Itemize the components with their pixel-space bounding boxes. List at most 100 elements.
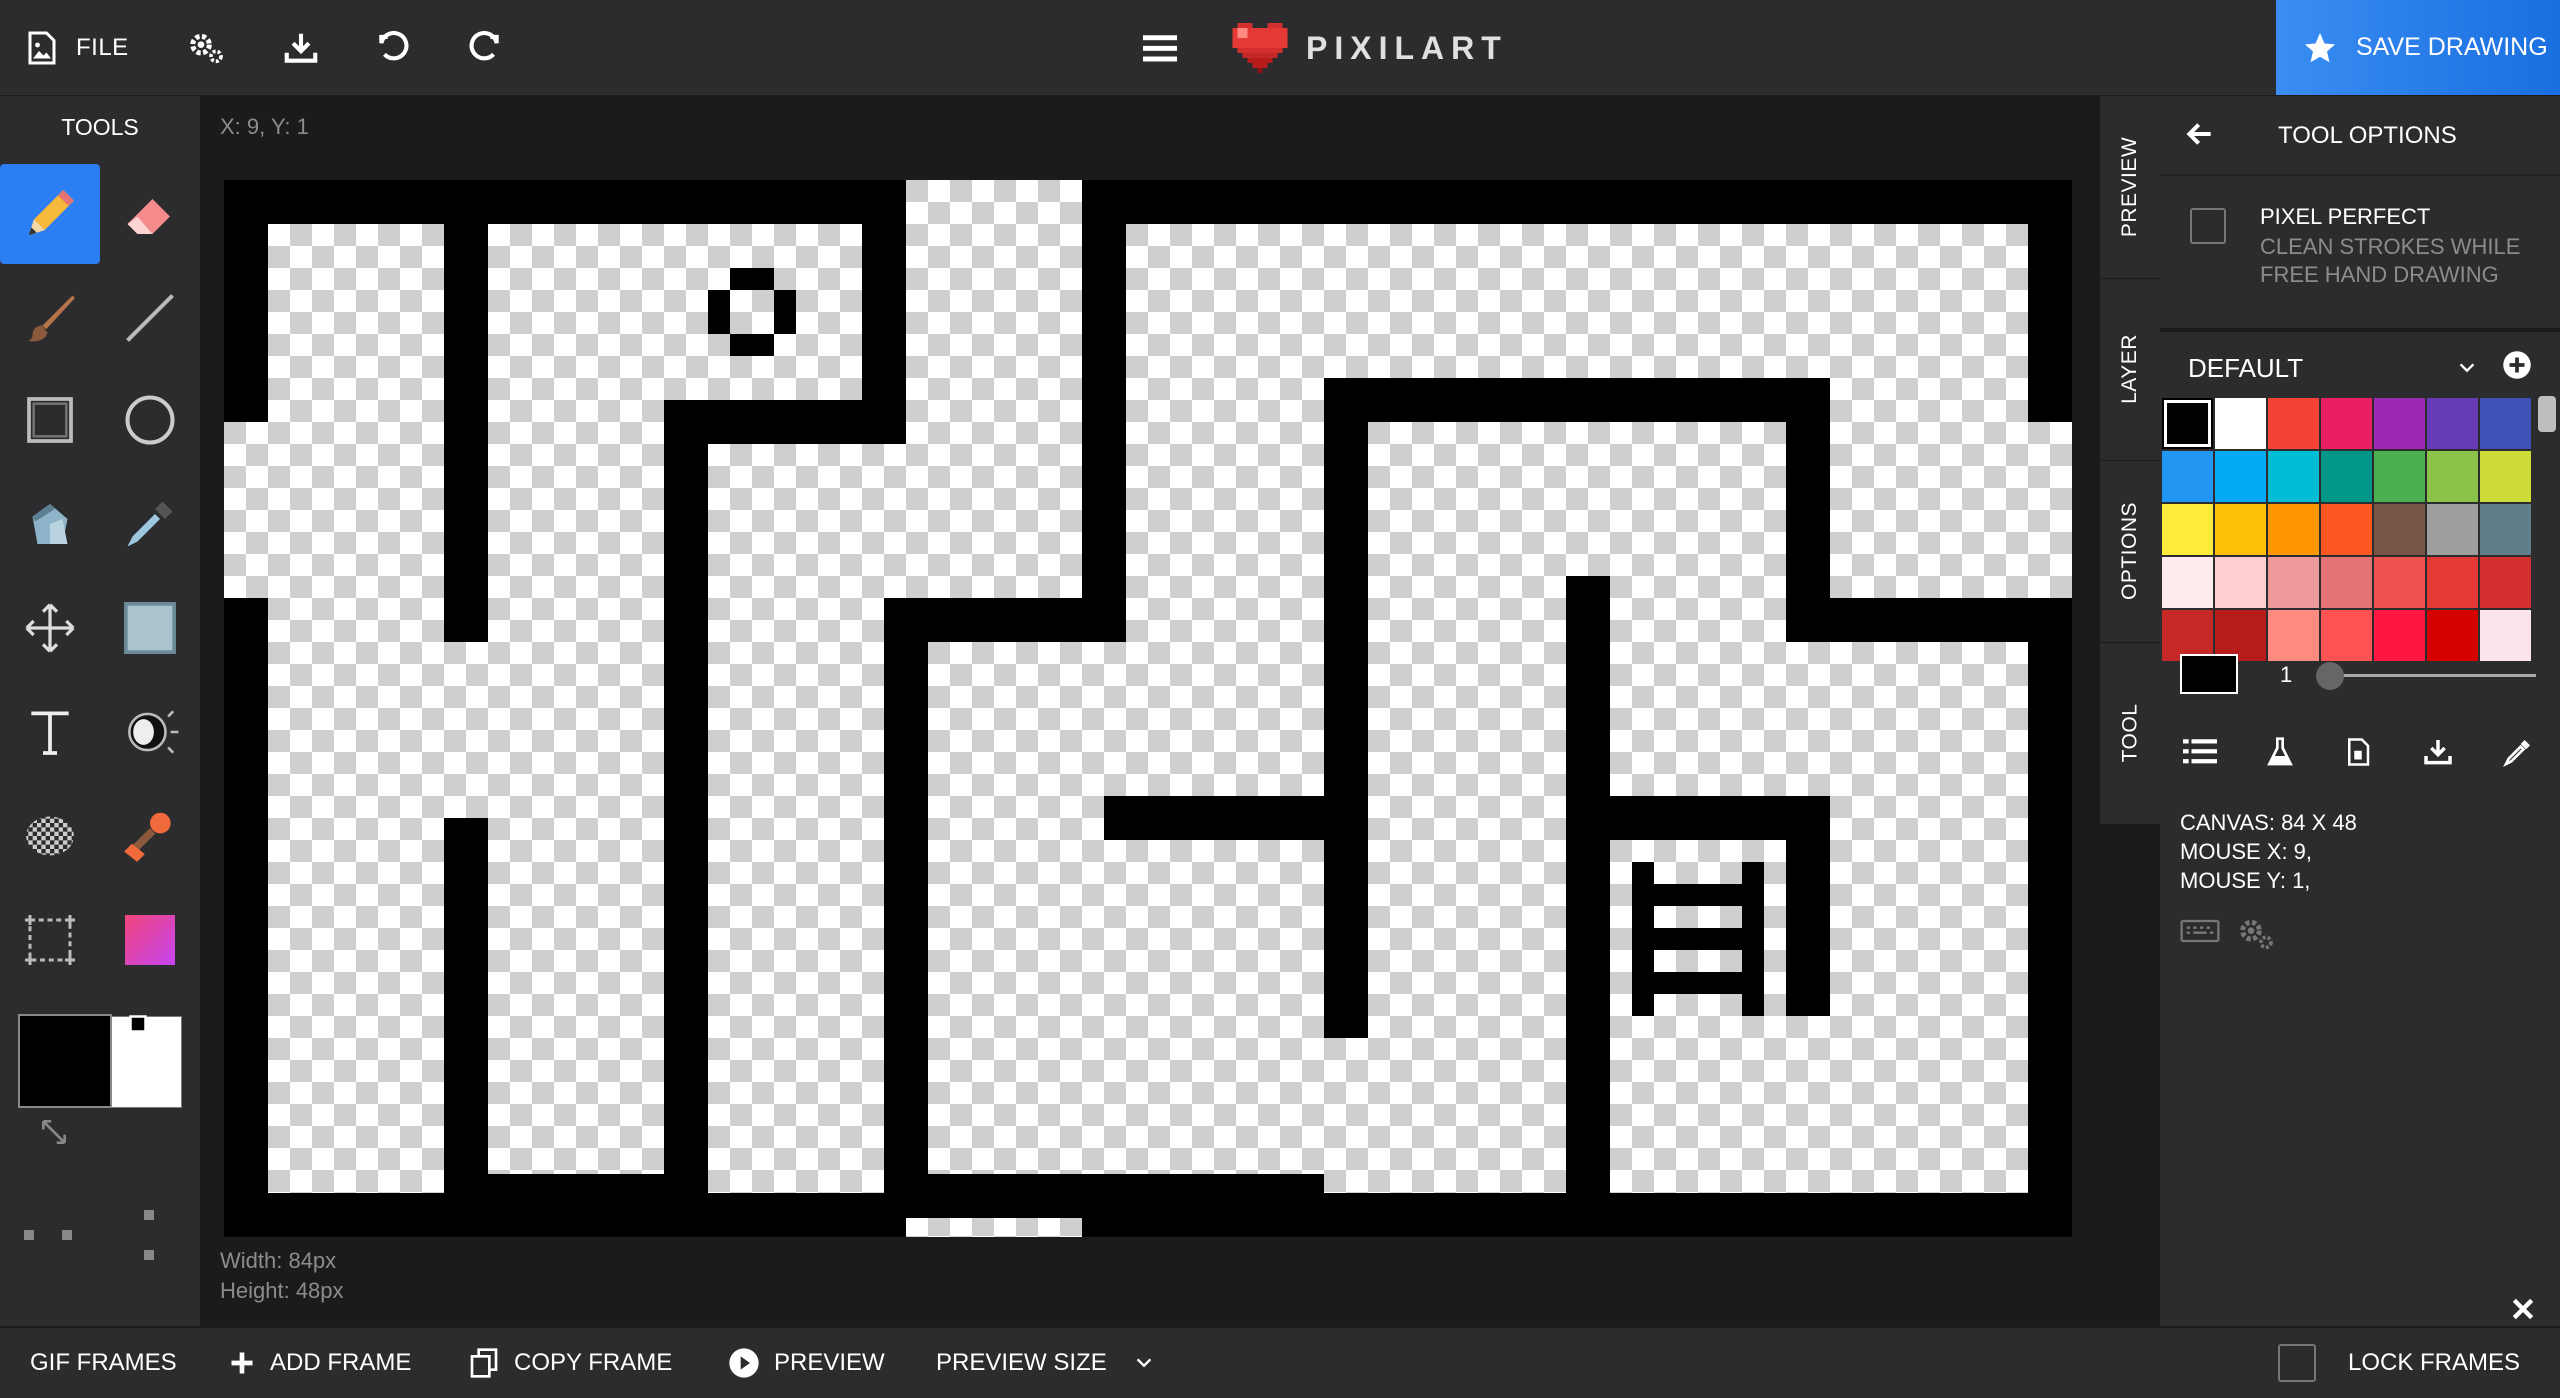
palette-swatch[interactable]	[2374, 451, 2425, 502]
paintbrush-icon	[27, 295, 75, 342]
undo-button[interactable]	[372, 26, 416, 70]
palette-swatch[interactable]	[2480, 451, 2531, 502]
eraser-tool[interactable]	[100, 164, 200, 264]
lock-frames-checkbox[interactable]	[2278, 1344, 2316, 1382]
palette-scrollbar[interactable]	[2532, 396, 2560, 732]
palette-swatch[interactable]	[2427, 557, 2478, 608]
palette-swatch[interactable]	[2268, 557, 2319, 608]
copy-frame-button[interactable]: COPY FRAME	[468, 1328, 672, 1398]
palette-swatch[interactable]	[2480, 610, 2531, 661]
palette-swatch[interactable]	[2321, 451, 2372, 502]
rectangle-tool[interactable]	[0, 370, 100, 470]
redo-icon	[469, 30, 499, 61]
text-tool[interactable]	[0, 682, 100, 782]
mouse-x-info: MOUSE X: 9,	[2180, 839, 2313, 864]
palette-swatch[interactable]	[2374, 610, 2425, 661]
undo-icon	[379, 30, 409, 61]
drawing-canvas[interactable]	[224, 180, 2072, 1237]
mouse-y-info: MOUSE Y: 1,	[2180, 868, 2311, 893]
main-menu-button[interactable]	[1138, 26, 1182, 70]
eyedropper-tool[interactable]	[100, 474, 200, 574]
tab-tool[interactable]: TOOL	[2100, 642, 2160, 825]
palette-swatch[interactable]	[2162, 451, 2213, 502]
palette-swatch[interactable]	[2268, 610, 2319, 661]
palette-download-button[interactable]	[2416, 730, 2460, 774]
maze-wall	[1324, 378, 1830, 422]
redo-button[interactable]	[462, 26, 506, 70]
save-drawing-button[interactable]: SAVE DRAWING	[2276, 0, 2560, 95]
swap-colors-button[interactable]	[128, 1014, 158, 1044]
palette-import-button[interactable]	[2336, 730, 2380, 774]
palette-list-button[interactable]	[2178, 730, 2222, 774]
palette-swatch[interactable]	[2374, 398, 2425, 449]
palette-swatch[interactable]	[2427, 610, 2478, 661]
palette-swatch[interactable]	[2268, 451, 2319, 502]
select-tool[interactable]	[100, 578, 200, 678]
line-tool[interactable]	[100, 268, 200, 368]
palette-swatch[interactable]	[2215, 557, 2266, 608]
pixel-perfect-label: PIXEL PERFECT	[2260, 204, 2431, 229]
pixel-perfect-desc-2: FREE HAND DRAWING	[2260, 262, 2499, 287]
palette-swatch[interactable]	[2215, 398, 2266, 449]
primary-color-swatch[interactable]	[18, 1014, 112, 1108]
add-frame-button[interactable]: ADD FRAME	[228, 1328, 411, 1398]
pixel-perfect-checkbox[interactable]	[2190, 208, 2226, 244]
close-panel-button[interactable]	[2510, 1296, 2538, 1324]
palette-generate-button[interactable]	[2258, 730, 2302, 774]
palette-swatch[interactable]	[2374, 557, 2425, 608]
tab-layer[interactable]: LAYER	[2100, 278, 2160, 461]
grid-options-button[interactable]	[20, 1206, 170, 1260]
gradient-icon	[125, 915, 175, 965]
palette-swatch[interactable]	[2427, 504, 2478, 555]
palette-swatch[interactable]	[2480, 557, 2531, 608]
fill-tool[interactable]	[0, 474, 100, 574]
keyboard-shortcuts-button[interactable]	[2180, 916, 2220, 950]
palette-swatch[interactable]	[2427, 398, 2478, 449]
palette-swatch[interactable]	[2321, 398, 2372, 449]
palette-swatch[interactable]	[2162, 557, 2213, 608]
palette-swatch[interactable]	[2162, 398, 2213, 449]
palette-swatch[interactable]	[2374, 504, 2425, 555]
palette-scrollbar-thumb[interactable]	[2538, 396, 2556, 432]
palette-swatch[interactable]	[2215, 504, 2266, 555]
dither-tool[interactable]	[0, 786, 100, 886]
palette-select[interactable]: DEFAULT	[2188, 346, 2478, 390]
palette-swatch[interactable]	[2268, 398, 2319, 449]
palette-swatch[interactable]	[2162, 504, 2213, 555]
reset-colors-button[interactable]	[38, 1116, 72, 1150]
stamp-tool[interactable]	[100, 786, 200, 886]
back-button[interactable]	[2184, 118, 2218, 152]
palette-eyedropper-button[interactable]	[2496, 730, 2540, 774]
add-palette-button[interactable]	[2502, 350, 2536, 384]
brush-size-slider-thumb[interactable]	[2316, 662, 2344, 690]
preview-button[interactable]: PREVIEW	[728, 1328, 885, 1398]
palette-swatch[interactable]	[2427, 451, 2478, 502]
download-button[interactable]	[279, 26, 323, 70]
palette-swatch[interactable]	[2480, 504, 2531, 555]
move-tool[interactable]	[0, 578, 100, 678]
brand-logo[interactable]: PIXILART	[1232, 22, 1508, 74]
pencil-tool[interactable]	[0, 164, 100, 264]
palette-swatch[interactable]	[2480, 398, 2531, 449]
crop-tool[interactable]	[0, 890, 100, 990]
tools-title: TOOLS	[61, 114, 139, 140]
palette-swatch[interactable]	[2321, 504, 2372, 555]
circle-tool[interactable]	[100, 370, 200, 470]
brush-size-track[interactable]	[2324, 674, 2536, 677]
palette-swatch[interactable]	[2268, 504, 2319, 555]
palette-swatch[interactable]	[2215, 451, 2266, 502]
settings-button[interactable]	[184, 26, 228, 70]
gradient-tool[interactable]	[100, 890, 200, 990]
file-menu-button[interactable]: FILE	[24, 24, 129, 72]
preview-size-dropdown[interactable]: PREVIEW SIZE	[936, 1328, 1155, 1398]
lighten-tool[interactable]	[100, 682, 200, 782]
tab-options[interactable]: OPTIONS	[2100, 460, 2160, 643]
palette-swatch[interactable]	[2321, 557, 2372, 608]
maze-wall	[444, 1174, 708, 1218]
brush-tool[interactable]	[0, 268, 100, 368]
advanced-settings-button[interactable]	[2236, 914, 2276, 954]
current-color-swatch[interactable]	[2180, 654, 2238, 694]
brand-name: PIXILART	[1306, 29, 1508, 66]
palette-swatch[interactable]	[2321, 610, 2372, 661]
tab-preview[interactable]: PREVIEW	[2100, 96, 2160, 279]
